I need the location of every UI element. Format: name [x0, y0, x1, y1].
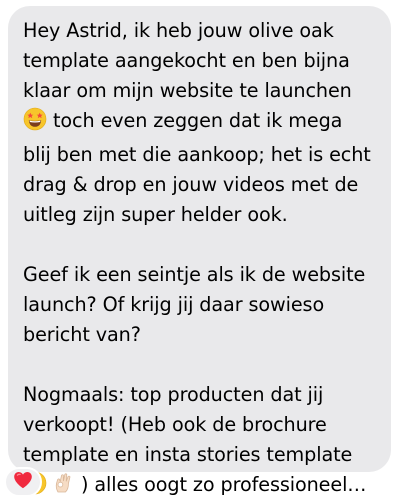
message-line: blij ben met die aankoop; het is echt	[23, 143, 371, 166]
message-paragraph-3: Nogmaals: top producten dat jij verkoopt…	[23, 380, 381, 504]
message-line: bericht van?	[23, 323, 141, 346]
ok-hand-emoji-icon	[51, 471, 75, 504]
message-line: template en insta stories template	[23, 443, 353, 466]
heart-reaction-badge[interactable]	[4, 467, 42, 497]
message-paragraph-2: Geef ik een seintje als ik de website la…	[23, 260, 381, 350]
red-heart-icon	[13, 471, 33, 493]
message-paragraph-1: Hey Astrid, ik heb jouw olive oak templa…	[23, 16, 381, 230]
star-struck-emoji-icon	[23, 107, 47, 140]
message-line: klaar om mijn website te launchen	[23, 79, 352, 102]
message-line-with-emoji: toch even zeggen dat ik mega	[23, 106, 381, 140]
message-bubble[interactable]: Hey Astrid, ik heb jouw olive oak templa…	[8, 6, 391, 496]
message-line: drag & drop en jouw videos met de	[23, 173, 359, 196]
message-line: verkoopt! (Heb ook de brochure	[23, 413, 327, 436]
message-line-text: toch even zeggen dat ik mega	[53, 109, 343, 132]
message-line: template aangekocht en ben bijna	[23, 49, 350, 72]
message-line: launch? Of krijg jij daar sowieso	[23, 293, 325, 316]
message-line: Nogmaals: top producten dat jij	[23, 383, 324, 406]
message-line-with-emoji: ) alles oogt zo professioneel…	[23, 470, 381, 504]
message-line: Hey Astrid, ik heb jouw olive oak	[23, 19, 334, 42]
message-line: Geef ik een seintje als ik de website	[23, 263, 366, 286]
message-line: uitleg zijn super helder ook.	[23, 203, 288, 226]
message-line-text: ) alles oogt zo professioneel…	[81, 473, 367, 496]
